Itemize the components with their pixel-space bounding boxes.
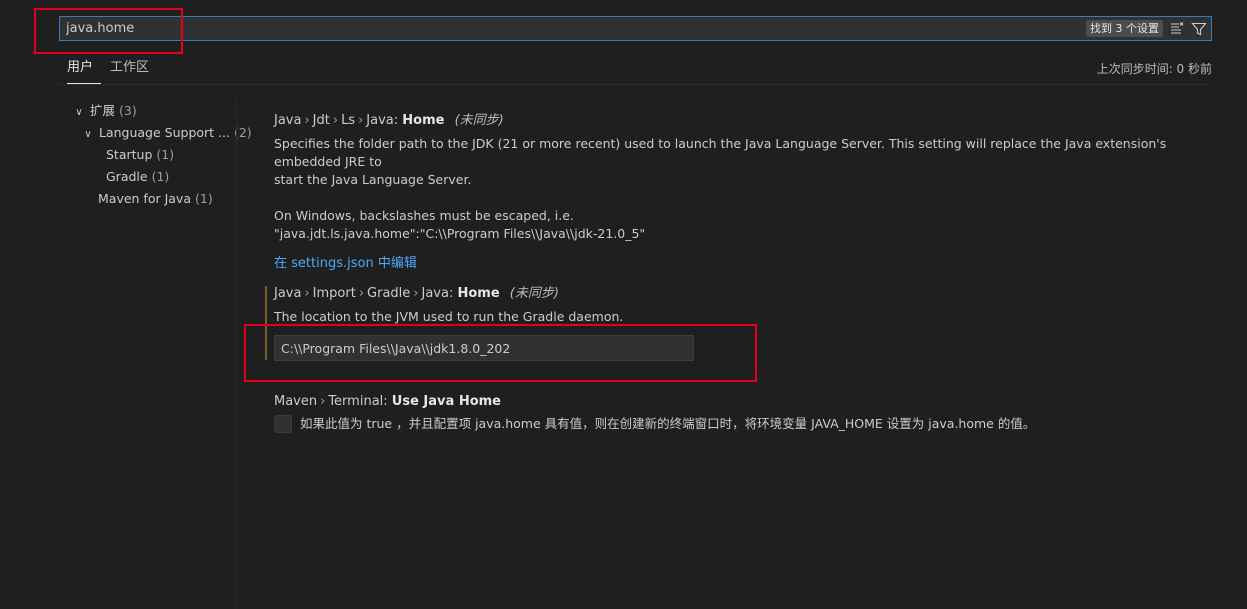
unsynced-label: (未同步) [509,286,559,301]
setting-title: Maven › Terminal: Use Java Home [274,394,501,409]
clear-filter-icon[interactable] [1169,21,1185,37]
search-input[interactable] [60,17,1211,40]
toc-item-label: Language Support ... [98,125,230,140]
toc-item-language-support[interactable]: ∨ Language Support ... (2) [81,122,251,144]
gradle-java-home-input[interactable] [274,335,694,361]
toc-item-label: Gradle [106,169,148,184]
toc-item-label: Maven for Java [98,191,191,206]
setting-description: The location to the JVM used to run the … [274,309,624,324]
toc-item-count: (1) [156,147,175,162]
toc-item-count: (1) [194,191,213,206]
modified-indicator [265,286,267,360]
settings-search-box[interactable]: 找到 3 个设置 [59,16,1212,41]
setting-title: Java › Import › Gradle › Java: Home (未同步) [274,286,559,301]
toc-divider [236,100,237,609]
toc-item-count: (1) [151,169,170,184]
use-java-home-checkbox[interactable] [274,415,292,433]
tab-workspace[interactable]: 工作区 [110,60,149,84]
setting-name: Home [402,113,445,128]
checkbox-label: 如果此值为 true ，并且配置项 java.home 具有值，则在创建新的终端… [300,416,1036,431]
toc-item-label: Startup [106,147,153,162]
toc-item-label: 扩展 [89,103,115,118]
filter-icon[interactable] [1191,21,1207,37]
unsynced-label: (未同步) [454,113,504,128]
setting-description: Specifies the folder path to the JDK (21… [274,136,1167,241]
tabs-divider [59,84,1212,85]
toc-item-count: (3) [118,103,137,118]
setting-title: Java › Jdt › Ls › Java: Home (未同步) [274,113,504,128]
results-count-badge: 找到 3 个设置 [1086,20,1163,37]
toc-item-startup[interactable]: Startup (1) [106,144,174,166]
setting-name: Use Java Home [391,394,501,409]
setting-maven-use-java-home: Maven › Terminal: Use Java Home [274,393,1204,411]
toc-item-gradle[interactable]: Gradle (1) [106,166,169,188]
edit-in-settings-json-link[interactable]: 在 settings.json 中编辑 [274,252,1204,271]
toc-item-maven[interactable]: Maven for Java (1) [98,188,213,210]
setting-gradle-java-home: Java › Import › Gradle › Java: Home (未同步) The … [274,285,1204,326]
setting-name: Home [457,286,500,301]
chevron-down-icon: ∨ [84,129,92,140]
tab-user[interactable]: 用户 [67,60,101,84]
setting-jdt-ls-java-home: Java › Jdt › Ls › Java: Home (未同步) Specifies t… [274,112,1204,271]
toc-item-extensions[interactable]: ∨ 扩展 (3) [72,100,137,122]
sync-status: 上次同步时间: 0 秒前 [1096,62,1212,76]
chevron-down-icon: ∨ [75,107,83,118]
